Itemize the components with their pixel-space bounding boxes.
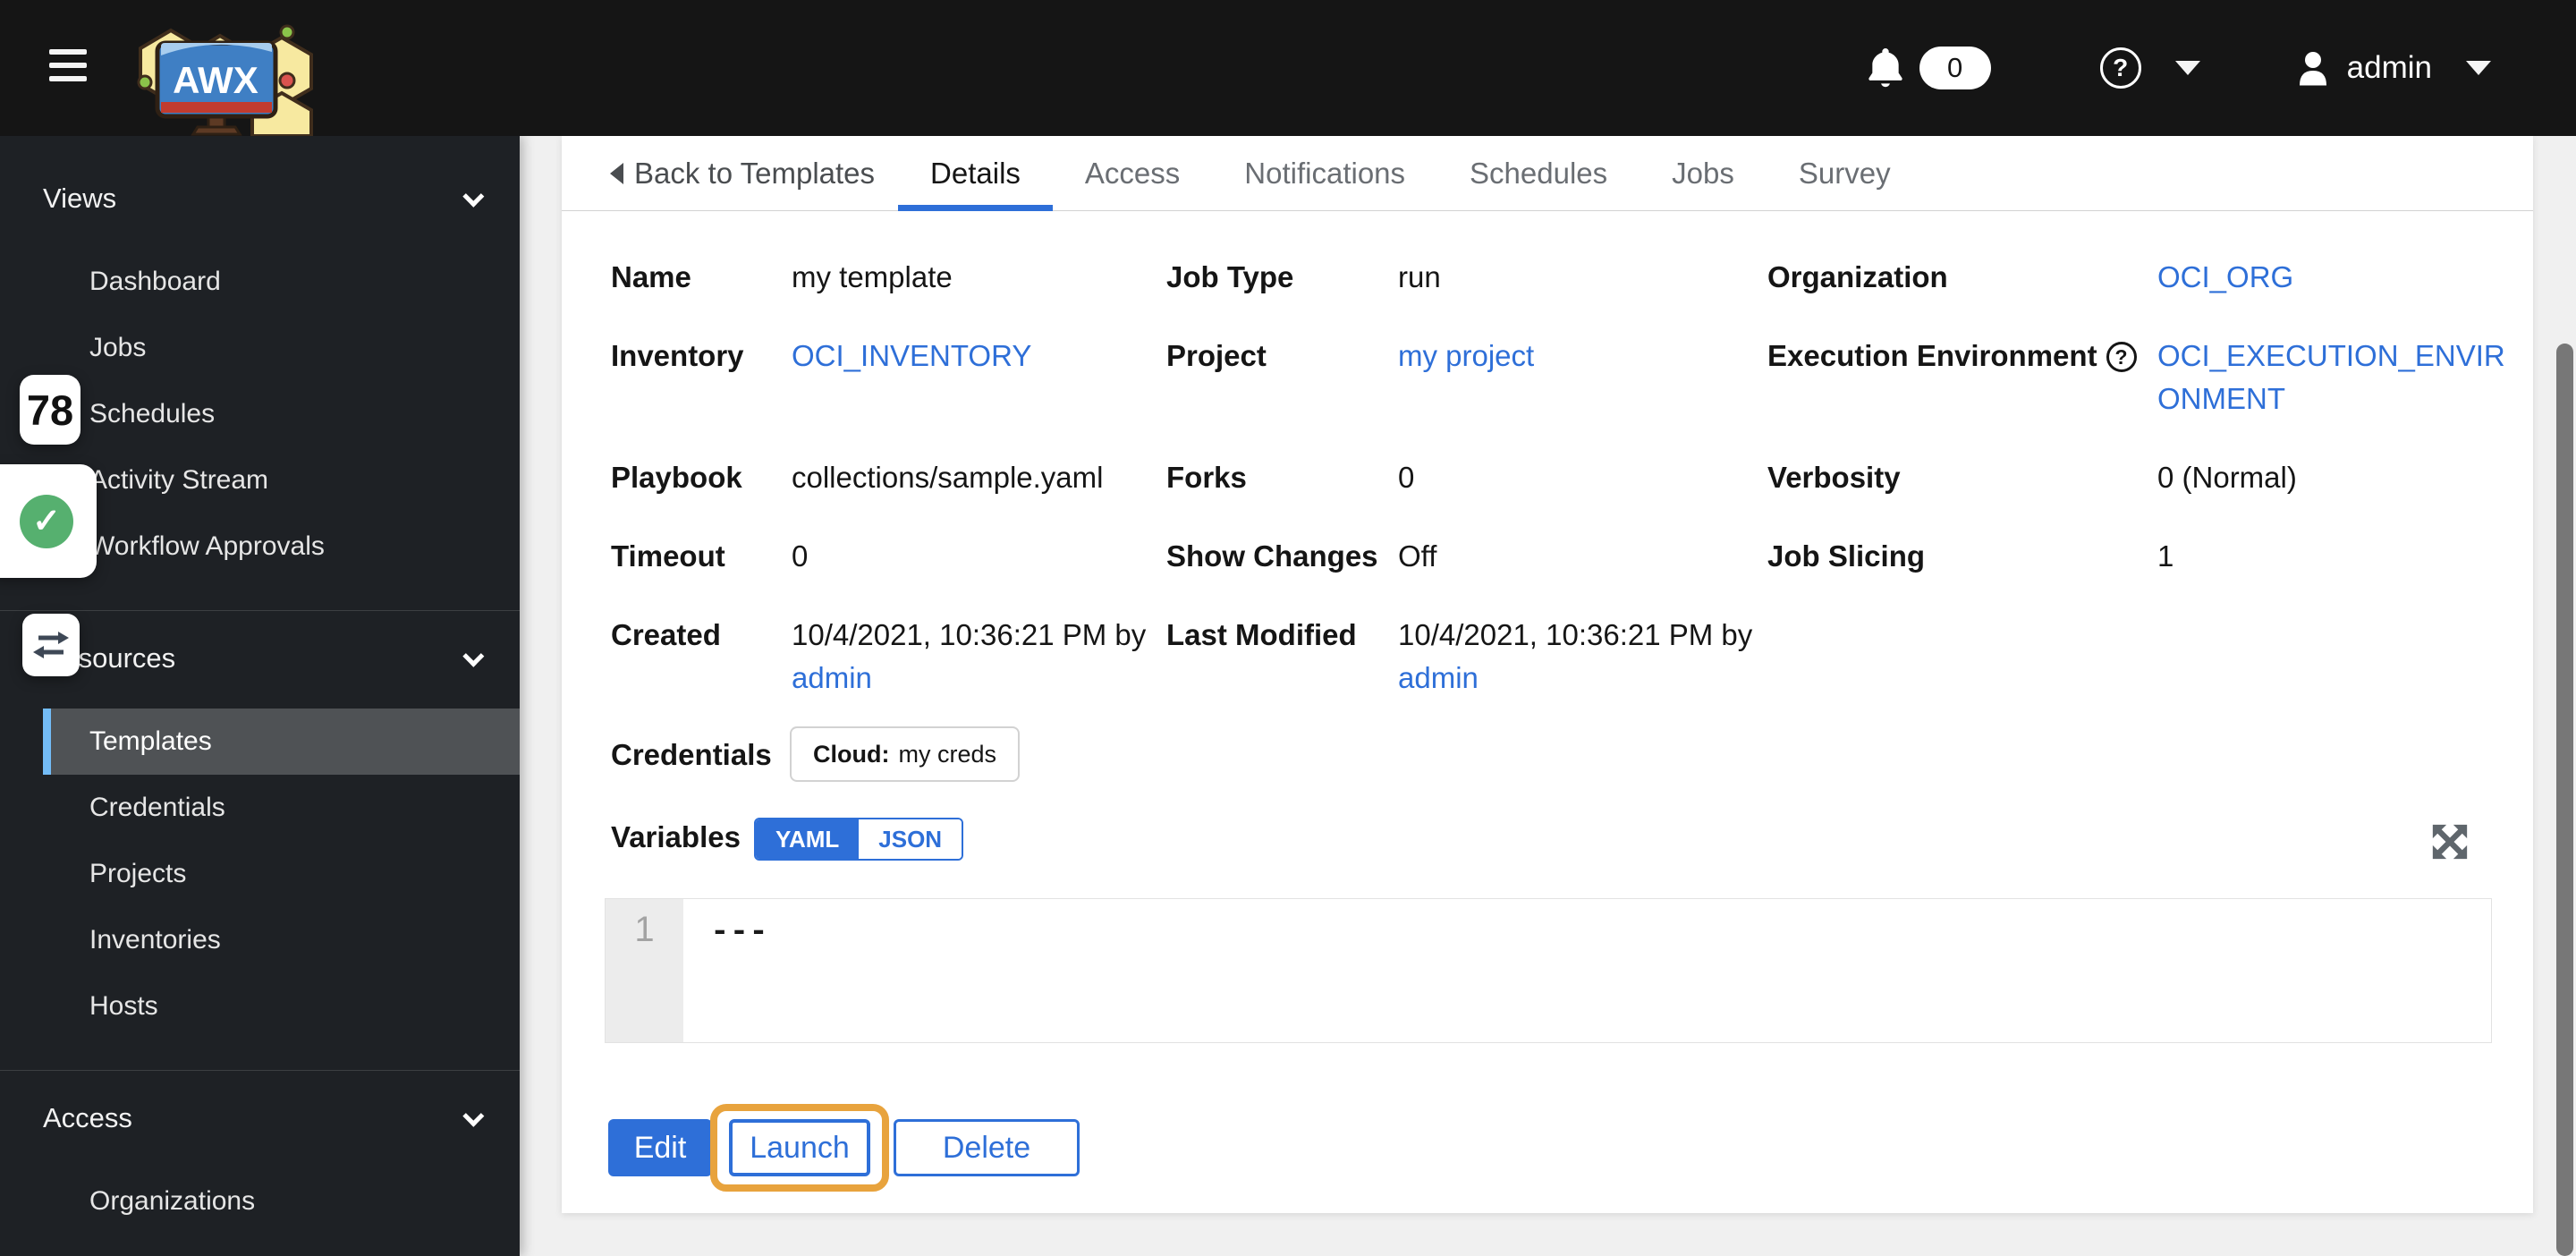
field-label-verbosity: Verbosity (1767, 461, 1901, 494)
back-to-templates-link[interactable]: Back to Templates (587, 136, 898, 210)
field-label-name: Name (611, 260, 691, 293)
editor-content[interactable]: --- (683, 899, 2491, 1042)
field-label-timeout: Timeout (611, 539, 725, 573)
swap-arrows-icon (33, 632, 69, 658)
notification-count-badge[interactable]: 0 (1919, 47, 1991, 89)
expand-icon[interactable] (2429, 821, 2470, 862)
field-value-show-changes: Off (1398, 539, 1437, 573)
sidebar-item-organizations[interactable]: Organizations (0, 1168, 520, 1235)
field-value-created: 10/4/2021, 10:36:21 PM by admin (792, 614, 1149, 700)
credential-kind: Cloud: (813, 740, 890, 768)
organization-link[interactable]: OCI_ORG (2157, 256, 2293, 299)
tab-survey[interactable]: Survey (1767, 136, 1923, 210)
question-circle-icon[interactable] (2106, 342, 2137, 372)
field-label-execution-environment: Execution Environment (1767, 335, 2137, 378)
sidebar-item-dashboard[interactable]: Dashboard (0, 249, 520, 315)
step-count-badge: 78 (20, 375, 80, 445)
chevron-down-icon (462, 645, 485, 667)
field-label-variables: Variables (611, 820, 741, 853)
json-toggle-button[interactable]: JSON (859, 819, 962, 859)
sidebar-group-views[interactable]: Views (0, 165, 520, 232)
field-label-inventory: Inventory (611, 339, 744, 372)
variables-format-toggle: YAML JSON (754, 818, 964, 861)
sidebar-item-projects[interactable]: Projects (0, 841, 520, 907)
sidebar-divider (0, 610, 520, 611)
modified-by-link[interactable]: admin (1398, 661, 1479, 694)
field-value-name: my template (792, 260, 953, 293)
tab-schedules[interactable]: Schedules (1437, 136, 1640, 210)
yaml-toggle-button[interactable]: YAML (756, 819, 860, 859)
tab-jobs[interactable]: Jobs (1640, 136, 1767, 210)
created-timestamp: 10/4/2021, 10:36:21 PM by (792, 618, 1147, 651)
inventory-link[interactable]: OCI_INVENTORY (792, 335, 1031, 378)
field-label-job-slicing: Job Slicing (1767, 539, 1926, 573)
chevron-down-icon (462, 1105, 485, 1127)
field-label-organization: Organization (1767, 260, 1948, 293)
help-icon[interactable] (2099, 47, 2141, 89)
variables-editor[interactable]: 1 --- (605, 898, 2492, 1043)
sidebar-group-label: Access (43, 1102, 132, 1133)
field-value-verbosity: 0 (Normal) (2157, 461, 2297, 494)
action-button-row: Edit Launch Delete (562, 1104, 2533, 1211)
sidebar-group-access[interactable]: Access (0, 1085, 520, 1151)
awx-logo[interactable]: AWX (114, 0, 322, 138)
success-overlay (0, 464, 97, 578)
user-icon (2299, 52, 2326, 86)
sidebar-item-templates[interactable]: Templates (43, 709, 520, 775)
sidebar-item-credentials[interactable]: Credentials (0, 775, 520, 841)
field-value-playbook: collections/sample.yaml (792, 461, 1104, 494)
field-label-job-type: Job Type (1166, 260, 1294, 293)
field-value-timeout: 0 (792, 539, 809, 573)
swap-overlay (22, 614, 80, 676)
user-menu-label[interactable]: admin (2347, 50, 2432, 86)
sidebar-divider (0, 1070, 520, 1071)
sidebar-item-jobs[interactable]: Jobs (0, 315, 520, 381)
tabbar: Back to Templates Details Access Notific… (562, 136, 2533, 211)
tab-access[interactable]: Access (1053, 136, 1212, 210)
execution-environment-link[interactable]: OCI_EXECUTION_ENVIRONMENT (2157, 335, 2524, 420)
field-value-forks: 0 (1398, 461, 1415, 494)
help-caret-icon[interactable] (2174, 61, 2200, 75)
sidebar-group-label: Views (43, 182, 117, 214)
field-value-job-type: run (1398, 260, 1441, 293)
tab-details[interactable]: Details (898, 136, 1053, 211)
launch-annotation-highlight: Launch (710, 1104, 889, 1192)
field-label-project: Project (1166, 339, 1267, 372)
field-label-credentials: Credentials (611, 738, 772, 771)
chevron-down-icon (462, 185, 485, 208)
execution-environment-label-text: Execution Environment (1767, 339, 2097, 372)
launch-button[interactable]: Launch (729, 1119, 870, 1176)
bell-icon[interactable] (1866, 47, 1905, 89)
user-caret-icon[interactable] (2466, 61, 2491, 75)
nav-toggle-button[interactable] (49, 49, 89, 89)
delete-button[interactable]: Delete (894, 1119, 1080, 1176)
masthead: AWX 0 admin (0, 0, 2576, 138)
field-value-last-modified: 10/4/2021, 10:36:21 PM by admin (1398, 614, 1756, 700)
caret-left-icon (610, 162, 623, 184)
field-label-last-modified: Last Modified (1166, 618, 1357, 651)
field-value-job-slicing: 1 (2157, 539, 2174, 573)
field-label-playbook: Playbook (611, 461, 742, 494)
edit-button[interactable]: Edit (608, 1119, 712, 1176)
masthead-toolbar: 0 admin (1866, 0, 2491, 136)
awx-logo-text: AWX (173, 59, 258, 101)
field-label-created: Created (611, 618, 721, 651)
created-by-link[interactable]: admin (792, 661, 872, 694)
page-scrollbar-thumb[interactable] (2556, 344, 2573, 1256)
field-label-show-changes: Show Changes (1166, 539, 1378, 573)
modified-timestamp: 10/4/2021, 10:36:21 PM by (1398, 618, 1753, 651)
editor-line-number: 1 (606, 899, 683, 1042)
check-circle-icon (20, 494, 73, 548)
credential-chip[interactable]: Cloud: my creds (790, 726, 1021, 782)
template-details-card: Back to Templates Details Access Notific… (562, 136, 2533, 1213)
project-link[interactable]: my project (1398, 335, 1534, 378)
field-label-forks: Forks (1166, 461, 1247, 494)
back-link-label: Back to Templates (634, 156, 876, 190)
sidebar-item-hosts[interactable]: Hosts (0, 973, 520, 1040)
sidebar-item-inventories[interactable]: Inventories (0, 907, 520, 973)
tab-notifications[interactable]: Notifications (1212, 136, 1437, 210)
awx-app: AWX 0 admin Views Dashboard Jobs Sch (0, 0, 2576, 1256)
sidebar-nav: Views Dashboard Jobs Schedules Activity … (0, 136, 520, 1256)
credential-name: my creds (898, 740, 997, 768)
